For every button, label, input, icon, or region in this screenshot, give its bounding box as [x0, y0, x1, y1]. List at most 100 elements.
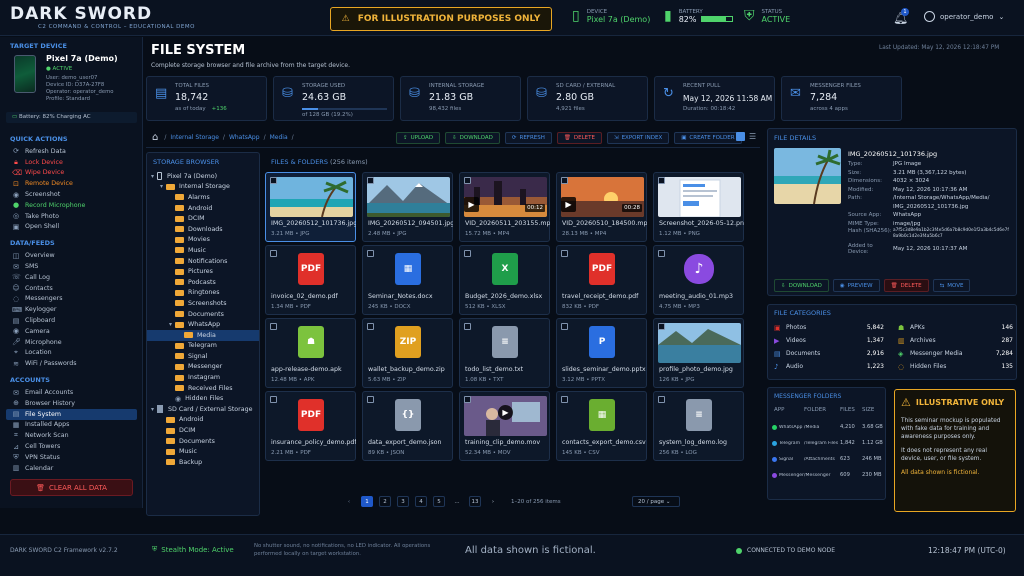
category-videos[interactable]: ▶ Videos 1,347	[774, 334, 884, 347]
tree-item-media[interactable]: Media	[147, 329, 259, 341]
file-tile[interactable]: ▶ training_clip_demo.mov 52.34 MB • MOV	[459, 391, 550, 461]
tree-item-screenshots[interactable]: Screenshots	[147, 298, 259, 309]
page-2[interactable]: 2	[379, 496, 391, 507]
tree-item-alarms[interactable]: Alarms	[147, 192, 259, 203]
user-menu[interactable]: operator_demo ⌄	[924, 11, 1004, 22]
file-checkbox[interactable]	[464, 177, 471, 184]
tree-item-movies[interactable]: Movies	[147, 235, 259, 246]
tree-item-pictures[interactable]: Pictures	[147, 266, 259, 277]
tree-item-android[interactable]: Android	[147, 203, 259, 214]
file-checkbox[interactable]	[658, 396, 665, 403]
file-checkbox[interactable]	[464, 250, 471, 257]
messenger-row-telegram[interactable]: Telegram/Telegram Files 1,842 1.12 GB	[772, 435, 885, 451]
file-tile[interactable]: PDF insurance_policy_demo.pdf 2.21 MB • PD…	[265, 391, 356, 461]
sidebar-item-wifi-passwords[interactable]: ≋ WiFi / Passwords	[0, 358, 143, 369]
page-1[interactable]: 1	[361, 496, 373, 507]
file-tile[interactable]: IMG_20260512_101736.jpg 3.21 MB • JPG	[265, 172, 356, 242]
breadcrumb-internal-storage[interactable]: Internal Storage	[170, 134, 219, 141]
detail-delete-button[interactable]: 🗑︎ DELETE	[883, 279, 929, 292]
sidebar-item-messengers[interactable]: ◌ Messengers	[0, 294, 143, 305]
category-archives[interactable]: ▥ Archives 287	[898, 334, 1013, 347]
sidebar-item-clipboard[interactable]: ▤ Clipboard	[0, 315, 143, 326]
home-icon[interactable]: ⌂	[152, 132, 158, 143]
next-page-icon[interactable]: ›	[487, 496, 499, 507]
page-13[interactable]: 13	[469, 496, 481, 507]
sidebar-item-sms[interactable]: ✉ SMS	[0, 261, 143, 272]
sidebar-item-vpn-status[interactable]: ⛨ VPN Status	[0, 452, 143, 463]
list-view-icon[interactable]: ☰	[749, 132, 758, 141]
export-index-button[interactable]: ⇲ EXPORT INDEX	[606, 132, 670, 144]
tree-item-received-files[interactable]: Received Files	[147, 383, 259, 394]
tree-item-instagram[interactable]: Instagram	[147, 372, 259, 383]
page-3[interactable]: 3	[397, 496, 409, 507]
create-folder-button[interactable]: ▣ CREATE FOLDER	[674, 132, 742, 144]
sidebar-item-browser-history[interactable]: ⊕ Browser History	[0, 398, 143, 409]
tree-item-pixel-7a-demo[interactable]: ▾ Pixel 7a (Demo)	[147, 171, 259, 182]
file-tile[interactable]: {} data_export_demo.json 89 KB • JSON	[362, 391, 453, 461]
file-checkbox[interactable]	[367, 396, 374, 403]
sidebar-item-file-system[interactable]: ▤ File System	[6, 408, 137, 420]
tree-item-telegram[interactable]: Telegram	[147, 341, 259, 352]
category-audio[interactable]: ♪ Audio 1,223	[774, 360, 884, 373]
file-checkbox[interactable]	[464, 396, 471, 403]
sidebar-item-location[interactable]: ⌖ Location	[0, 348, 143, 359]
tree-item-sd-card-external-storage[interactable]: ▾ SD Card / External Storage	[147, 404, 259, 415]
sidebar-item-contacts[interactable]: ☺ Contacts	[0, 283, 143, 294]
per-page-select[interactable]: 20 / page ⌄	[632, 496, 680, 507]
category-messenger-media[interactable]: ◈ Messenger Media 7,284	[898, 347, 1013, 360]
tree-item-documents[interactable]: Documents	[147, 309, 259, 320]
sidebar-item-call-log[interactable]: ☏ Call Log	[0, 272, 143, 283]
file-checkbox[interactable]	[464, 323, 471, 330]
file-tile[interactable]: PDF invoice_02_demo.pdf 1.34 MB • PDF	[265, 245, 356, 315]
file-checkbox[interactable]	[270, 250, 277, 257]
file-checkbox[interactable]	[561, 250, 568, 257]
file-checkbox[interactable]	[367, 177, 374, 184]
file-checkbox[interactable]	[561, 396, 568, 403]
page-5[interactable]: 5	[433, 496, 445, 507]
sidebar-item-keylogger[interactable]: ⌨ Keylogger	[0, 304, 143, 315]
sidebar-item-email-accounts[interactable]: ✉ Email Accounts	[0, 387, 143, 398]
quick-action-open-shell[interactable]: ▣ Open Shell	[0, 222, 143, 233]
file-tile[interactable]: ☗ app-release-demo.apk 12.48 MB • APK	[265, 318, 356, 388]
play-icon[interactable]: ▶	[464, 197, 479, 212]
download-button[interactable]: ⇩ DOWNLOAD	[445, 132, 500, 144]
tree-item-whatsapp[interactable]: ▾ WhatsApp	[147, 319, 259, 330]
sidebar-item-overview[interactable]: ◫ Overview	[0, 250, 143, 261]
file-tile[interactable]: profile_photo_demo.jpg 126 KB • JPG	[653, 318, 744, 388]
messenger-row-messenger[interactable]: Messenger/Messenger 609 230 MB	[772, 467, 885, 483]
play-icon[interactable]: ▶	[498, 405, 513, 420]
file-tile[interactable]: ▶ 00:12 VID_20260511_203155.mp4 15.72 MB • …	[459, 172, 550, 242]
tree-item-dcim[interactable]: DCIM	[147, 425, 259, 436]
grid-view-icon[interactable]	[736, 132, 745, 141]
file-checkbox[interactable]	[270, 323, 277, 330]
file-checkbox[interactable]	[367, 323, 374, 330]
tree-item-dcim[interactable]: DCIM	[147, 213, 259, 224]
category-apks[interactable]: ☗ APKs 146	[898, 321, 1013, 334]
file-tile[interactable]: PDF travel_receipt_demo.pdf 832 KB • PDF	[556, 245, 647, 315]
prev-page-icon[interactable]: ‹	[343, 496, 355, 507]
file-checkbox[interactable]	[270, 396, 277, 403]
tree-item-podcasts[interactable]: Podcasts	[147, 277, 259, 288]
play-icon[interactable]: ▶	[561, 197, 576, 212]
tree-item-notifications[interactable]: Notifications	[147, 256, 259, 267]
quick-action-remote-device[interactable]: ⊡ Remote Device	[0, 178, 143, 189]
sidebar-item-cell-towers[interactable]: ⊿ Cell Towers	[0, 441, 143, 452]
file-tile[interactable]: ♪ meeting_audio_01.mp3 4.75 MB • MP3	[653, 245, 744, 315]
quick-action-wipe-device[interactable]: ⌫ Wipe Device	[0, 168, 143, 179]
sidebar-item-calendar[interactable]: ▥ Calendar	[0, 463, 143, 474]
file-checkbox[interactable]	[658, 250, 665, 257]
messenger-row-signal[interactable]: Signal/Attachments 623 246 MB	[772, 451, 885, 467]
detail-download-button[interactable]: ⇩ DOWNLOAD	[774, 279, 829, 292]
file-tile[interactable]: Screenshot_2026-05-12.png 1.12 MB • PNG	[653, 172, 744, 242]
file-tile[interactable]: X Budget_2026_demo.xlsx 512 KB • XLSX	[459, 245, 550, 315]
detail-preview-button[interactable]: ◉ PREVIEW	[832, 279, 880, 292]
clear-all-data-button[interactable]: 🗑︎ CLEAR ALL DATA	[10, 479, 133, 496]
tree-item-hidden-files[interactable]: ◉ Hidden Files	[147, 393, 259, 404]
breadcrumb-whatsapp[interactable]: WhatsApp	[229, 134, 260, 141]
quick-action-take-photo[interactable]: ◎ Take Photo	[0, 211, 143, 222]
sidebar-item-microphone[interactable]: 🎤︎ Microphone	[0, 337, 143, 348]
category-documents[interactable]: ▤ Documents 2,916	[774, 347, 884, 360]
file-checkbox[interactable]	[270, 177, 277, 184]
file-tile[interactable]: ▦ contacts_export_demo.csv 145 KB • CSV	[556, 391, 647, 461]
detail-move-button[interactable]: ⇆ MOVE	[932, 279, 971, 292]
